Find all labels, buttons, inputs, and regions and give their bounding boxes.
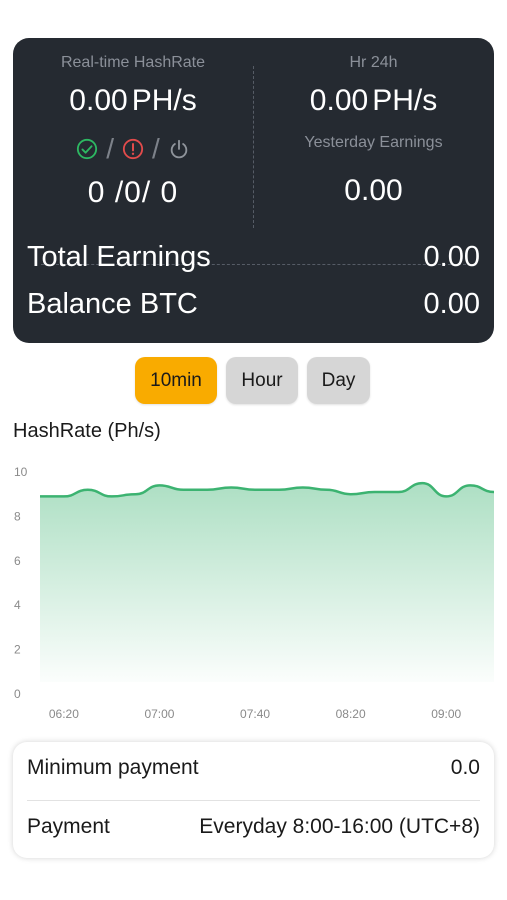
hr24-value: 0.00 PH/s (253, 84, 494, 118)
tab-10min[interactable]: 10min (135, 357, 217, 404)
y-tick-label: 2 (14, 643, 21, 657)
hr24-section: Hr 24h 0.00 PH/s Yesterday Earnings 0.00 (253, 38, 494, 228)
workers-active-count: 0 (87, 176, 106, 209)
realtime-hashrate-section: Real-time HashRate 0.00 PH/s / / 0 /0/ 0 (13, 38, 253, 228)
total-earnings-label: Total Earnings (27, 241, 211, 273)
balance-btc-value: 0.00 (423, 288, 480, 320)
hr24-label: Hr 24h (349, 54, 398, 71)
realtime-hashrate-value: 0.00 PH/s (13, 84, 253, 118)
check-circle-icon (77, 138, 98, 160)
status-separator: / (106, 133, 114, 164)
total-earnings-row: Total Earnings 0.00 (27, 241, 480, 274)
worker-counts: 0 /0/ 0 (13, 176, 253, 210)
workers-offline-count: 0 (160, 176, 179, 209)
hashrate-area-fill (40, 483, 494, 682)
payment-info-card: Minimum payment 0.0 Payment Everyday 8:0… (13, 742, 494, 858)
payment-divider (27, 800, 480, 801)
hr24-unit: PH/s (372, 84, 438, 117)
minimum-payment-row: Minimum payment 0.0 (27, 756, 480, 780)
exclamation-circle-icon (122, 138, 144, 160)
realtime-hashrate-label: Real-time HashRate (60, 54, 206, 71)
realtime-hashrate-unit: PH/s (131, 84, 197, 117)
count-separator: / (114, 176, 125, 209)
hr24-number: 0.00 (309, 84, 369, 117)
y-tick-label: 10 (14, 465, 28, 479)
yesterday-earnings-value: 0.00 (344, 174, 403, 207)
count-separator: / (141, 176, 152, 209)
chart-title: HashRate (Ph/s) (13, 420, 161, 442)
x-tick-label: 07:40 (240, 707, 270, 721)
realtime-hashrate-number: 0.00 (69, 84, 128, 117)
payment-schedule-row: Payment Everyday 8:00-16:00 (UTC+8) (27, 815, 480, 839)
balance-btc-row: Balance BTC 0.00 (27, 288, 480, 321)
tab-day[interactable]: Day (307, 357, 370, 404)
status-separator: / (152, 133, 160, 164)
total-earnings-value: 0.00 (423, 241, 480, 273)
workers-inactive-count: 0 (124, 176, 142, 209)
balance-btc-label: Balance BTC (27, 288, 198, 320)
hashrate-chart: 0 2 4 6 8 10 06:20 07:00 07:40 08:20 09:00 (14, 465, 495, 721)
yesterday-earnings-label: Yesterday Earnings (304, 134, 443, 151)
x-tick-label: 09:00 (431, 707, 461, 721)
x-tick-label: 08:20 (336, 707, 366, 721)
payment-schedule-value: Everyday 8:00-16:00 (UTC+8) (199, 815, 480, 838)
tab-hour[interactable]: Hour (226, 357, 298, 404)
hashrate-stats-card: Real-time HashRate 0.00 PH/s / / 0 /0/ 0… (13, 38, 494, 343)
x-tick-label: 06:20 (49, 707, 79, 721)
worker-status-icons: / / (13, 133, 253, 165)
y-tick-label: 6 (14, 554, 21, 568)
payment-schedule-label: Payment (27, 815, 110, 838)
x-tick-label: 07:00 (144, 707, 174, 721)
y-tick-label: 0 (14, 687, 21, 701)
y-tick-label: 8 (14, 509, 21, 523)
minimum-payment-label: Minimum payment (27, 756, 199, 779)
minimum-payment-value: 0.0 (450, 756, 480, 779)
y-tick-label: 4 (14, 598, 21, 612)
power-icon (170, 139, 188, 159)
